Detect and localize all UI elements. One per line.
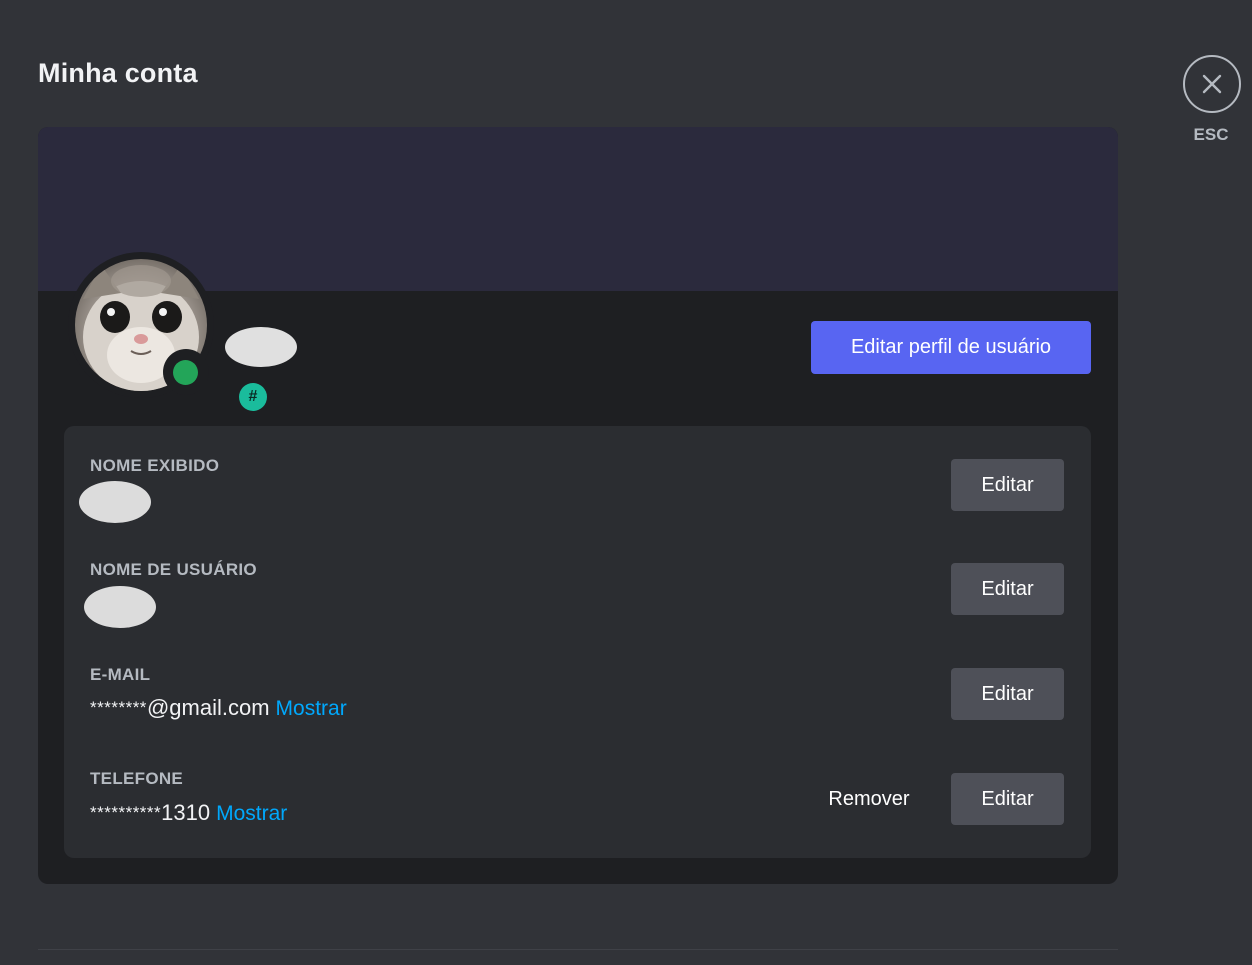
email-label: E-MAIL bbox=[90, 665, 151, 684]
online-status-icon bbox=[173, 360, 198, 385]
remove-phone-button[interactable]: Remover bbox=[804, 773, 934, 825]
close-button[interactable] bbox=[1183, 55, 1241, 113]
redacted-name bbox=[225, 327, 297, 367]
show-email-link[interactable]: Mostrar bbox=[276, 697, 347, 720]
email-domain: @gmail.com bbox=[146, 695, 270, 720]
phone-masked: ********** bbox=[90, 803, 162, 822]
email-value: ********@gmail.com Mostrar bbox=[90, 695, 347, 721]
edit-user-profile-button[interactable]: Editar perfil de usuário bbox=[811, 321, 1091, 374]
show-phone-link[interactable]: Mostrar bbox=[216, 802, 287, 825]
close-shortcut-label: ESC bbox=[1193, 125, 1229, 144]
email-masked: ******** bbox=[90, 698, 147, 717]
redacted-username bbox=[84, 586, 156, 628]
hashtag-badge-icon[interactable]: # bbox=[239, 383, 267, 411]
account-card: # Editar perfil de usuário NOME EXIBIDO … bbox=[38, 127, 1118, 884]
edit-email-button[interactable]: Editar bbox=[951, 668, 1064, 720]
close-icon bbox=[1202, 74, 1222, 94]
profile-banner bbox=[38, 127, 1118, 291]
edit-display-name-button[interactable]: Editar bbox=[951, 459, 1064, 511]
phone-label: TELEFONE bbox=[90, 769, 184, 788]
username-label: NOME DE USUÁRIO bbox=[90, 560, 257, 579]
phone-last-digits: 1310 bbox=[161, 800, 211, 825]
phone-value: **********1310 Mostrar bbox=[90, 800, 287, 826]
display-name-label: NOME EXIBIDO bbox=[90, 456, 220, 475]
edit-phone-button[interactable]: Editar bbox=[951, 773, 1064, 825]
page-title: Minha conta bbox=[38, 58, 198, 88]
redacted-display-name bbox=[79, 481, 151, 523]
section-divider bbox=[38, 949, 1118, 950]
account-info-panel: NOME EXIBIDO Editar NOME DE USUÁRIO Edit… bbox=[64, 426, 1091, 858]
edit-username-button[interactable]: Editar bbox=[951, 563, 1064, 615]
close-settings: ESC bbox=[1182, 55, 1242, 145]
